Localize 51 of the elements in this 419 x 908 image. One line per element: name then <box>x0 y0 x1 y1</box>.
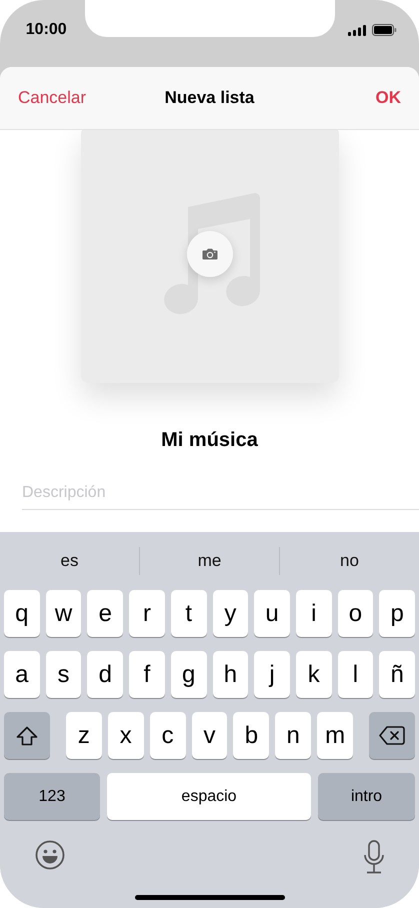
letter-key[interactable]: o <box>338 590 374 637</box>
space-key[interactable]: espacio <box>107 773 311 820</box>
backspace-icon <box>379 726 406 745</box>
signal-icon <box>348 24 366 36</box>
letter-key[interactable]: v <box>192 712 228 759</box>
letter-key[interactable]: m <box>317 712 354 759</box>
letter-key[interactable]: a <box>4 651 40 698</box>
letter-key[interactable]: r <box>129 590 165 637</box>
letter-key[interactable]: d <box>87 651 124 698</box>
status-time: 10:00 <box>26 21 67 39</box>
letter-key[interactable]: f <box>129 651 165 698</box>
letter-key[interactable]: s <box>46 651 82 698</box>
letter-key[interactable]: ñ <box>379 651 416 698</box>
ok-button[interactable]: OK <box>376 88 401 108</box>
description-field[interactable]: Descripción <box>22 477 419 510</box>
letter-key[interactable]: l <box>338 651 374 698</box>
letter-key[interactable]: q <box>4 590 40 637</box>
letter-key[interactable]: y <box>212 590 248 637</box>
letter-key[interactable]: p <box>379 590 416 637</box>
letter-key[interactable]: h <box>212 651 248 698</box>
letter-key[interactable]: z <box>66 712 102 759</box>
cancel-button[interactable]: Cancelar <box>18 88 86 108</box>
letter-key[interactable]: x <box>108 712 144 759</box>
word-suggestion[interactable]: no <box>280 551 419 571</box>
letter-key[interactable]: n <box>275 712 312 759</box>
letter-key[interactable]: t <box>170 590 207 637</box>
camera-icon <box>202 248 218 260</box>
letter-key[interactable]: b <box>233 712 270 759</box>
letter-key[interactable]: e <box>87 590 124 637</box>
letter-key[interactable]: k <box>296 651 332 698</box>
numbers-key[interactable]: 123 <box>4 773 100 820</box>
camera-button[interactable] <box>186 231 232 277</box>
letter-key[interactable]: w <box>46 590 82 637</box>
letter-key[interactable]: i <box>296 590 332 637</box>
emoji-button[interactable] <box>35 840 65 870</box>
shift-key[interactable] <box>4 712 50 759</box>
microphone-button[interactable] <box>363 840 385 874</box>
playlist-name-field[interactable]: Mi música <box>161 423 258 457</box>
emoji-icon <box>35 840 65 870</box>
letter-key[interactable]: u <box>254 590 290 637</box>
microphone-icon <box>363 840 385 874</box>
letter-key[interactable]: g <box>170 651 207 698</box>
battery-icon <box>372 24 398 36</box>
return-key[interactable]: intro <box>318 773 415 820</box>
letter-key[interactable]: c <box>150 712 186 759</box>
sheet-title: Nueva lista <box>164 88 254 108</box>
letter-key[interactable]: j <box>254 651 290 698</box>
word-suggestion[interactable]: me <box>140 551 279 571</box>
backspace-key[interactable] <box>369 712 416 759</box>
shift-icon <box>16 726 38 746</box>
word-suggestion[interactable]: es <box>0 551 139 571</box>
